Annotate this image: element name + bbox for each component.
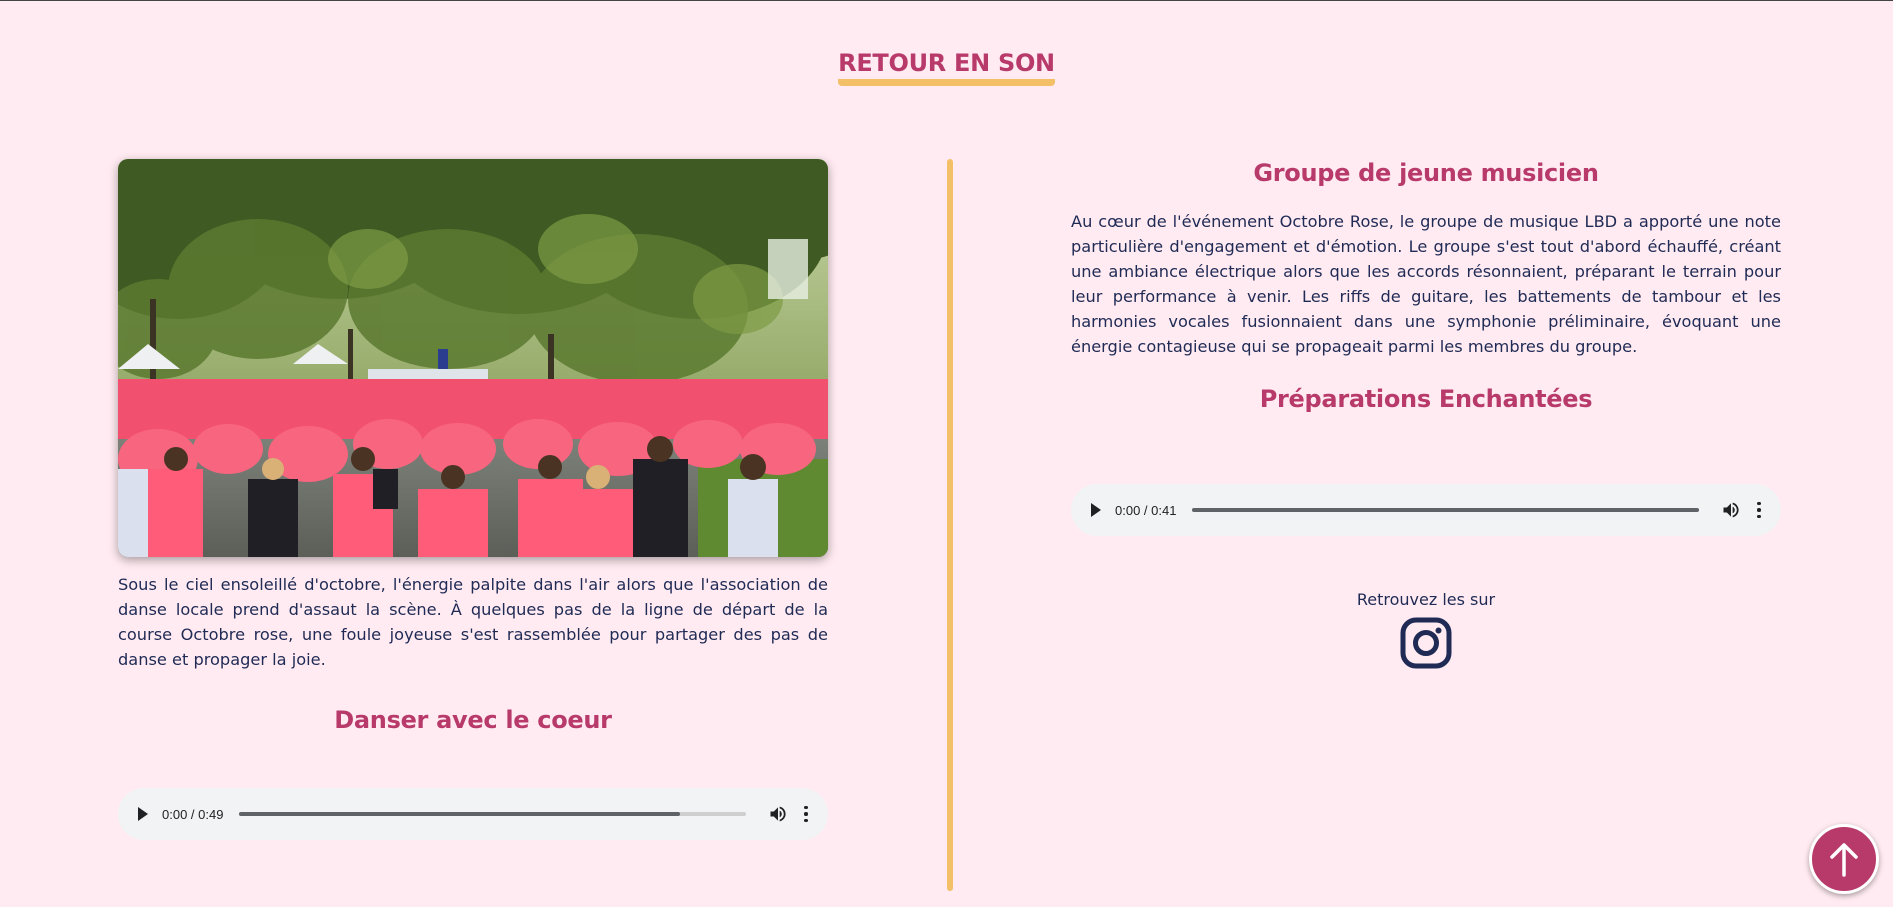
back-to-top-button[interactable] <box>1809 824 1879 894</box>
audio-time: 0:00 / 0:49 <box>162 806 224 822</box>
event-photo <box>118 159 828 557</box>
section-title: RETOUR EN SON <box>0 41 1893 86</box>
audio-seek-bar[interactable] <box>239 812 746 816</box>
volume-icon[interactable] <box>1721 500 1741 520</box>
audio-buffered-fill <box>1192 508 1699 512</box>
right-column: Groupe de jeune musicien Au cœur de l'év… <box>1071 159 1781 413</box>
audio-seek-bar[interactable] <box>1192 508 1699 512</box>
dance-audio-title: Danser avec le coeur <box>334 706 612 734</box>
play-icon[interactable] <box>138 807 148 821</box>
band-paragraph: Au cœur de l'événement Octobre Rose, le … <box>1071 212 1781 356</box>
crowd-photo-illustration <box>118 159 828 557</box>
follow-text: Retrouvez les sur <box>1356 590 1496 609</box>
audio-time: 0:00 / 0:41 <box>1115 502 1177 518</box>
arrow-up-icon <box>1830 843 1858 877</box>
left-column: Sous le ciel ensoleillé d'octobre, l'éne… <box>118 159 828 734</box>
volume-icon[interactable] <box>768 804 788 824</box>
column-divider <box>947 159 953 891</box>
instagram-icon[interactable] <box>1400 617 1452 669</box>
band-audio-player[interactable]: 0:00 / 0:41 <box>1071 484 1781 536</box>
section-title-text: RETOUR EN SON <box>838 49 1055 86</box>
dance-paragraph: Sous le ciel ensoleillé d'octobre, l'éne… <box>118 575 828 669</box>
dance-audio-player[interactable]: 0:00 / 0:49 <box>118 788 828 840</box>
more-vert-icon[interactable] <box>802 805 810 823</box>
audio-buffered-fill <box>239 812 681 816</box>
play-icon[interactable] <box>1091 503 1101 517</box>
band-heading: Groupe de jeune musicien <box>1253 159 1599 187</box>
band-audio-title: Préparations Enchantées <box>1259 385 1593 413</box>
more-vert-icon[interactable] <box>1755 501 1763 519</box>
